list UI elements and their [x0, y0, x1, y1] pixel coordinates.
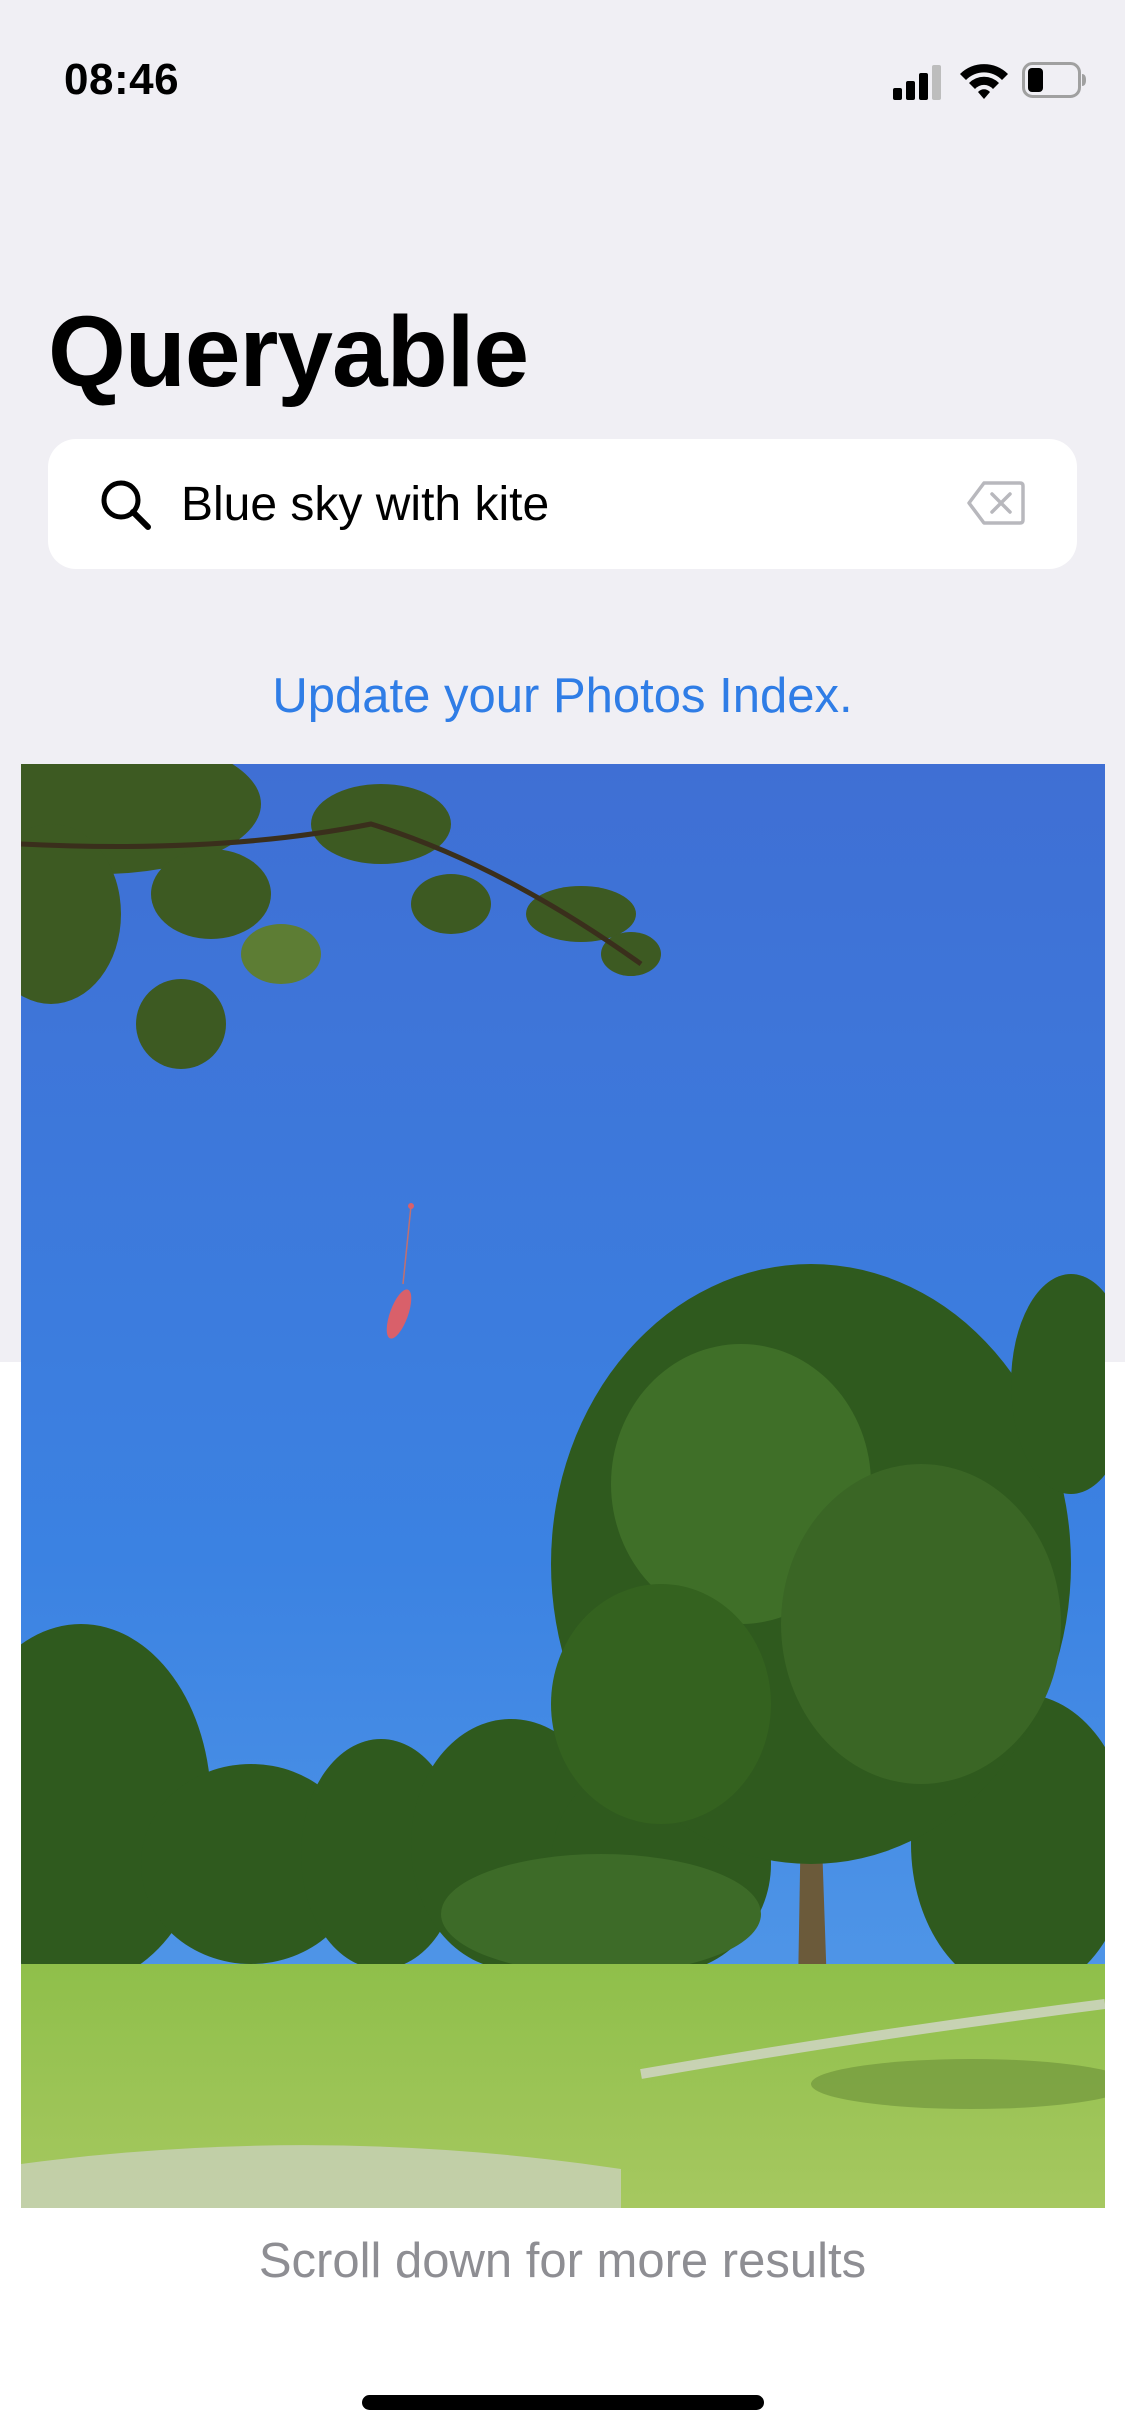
update-photos-index-link[interactable]: Update your Photos Index. — [0, 668, 1125, 724]
scroll-hint: Scroll down for more results — [258, 2234, 867, 2288]
search-field[interactable]: Blue sky with kite — [48, 439, 1077, 569]
search-icon — [101, 480, 151, 530]
result-photo[interactable] — [21, 764, 1105, 2208]
search-input[interactable]: Blue sky with kite — [181, 477, 549, 532]
clear-text-icon[interactable] — [966, 479, 1026, 527]
home-indicator[interactable] — [362, 2395, 764, 2410]
status-time: 08:46 — [64, 55, 180, 104]
wifi-icon — [960, 64, 1008, 99]
app-title: Queryable — [48, 296, 529, 408]
cellular-signal-icon — [893, 64, 943, 100]
battery-icon — [1022, 62, 1086, 98]
photo-illustration — [21, 764, 1105, 2208]
